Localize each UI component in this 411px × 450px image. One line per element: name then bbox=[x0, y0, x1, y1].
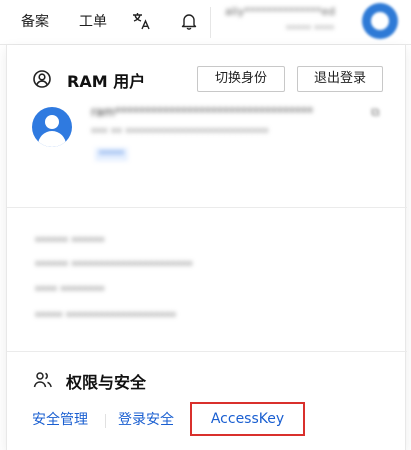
account-subtitle: ***** **** bbox=[286, 24, 335, 35]
account-name[interactable]: aliy**************ed bbox=[225, 5, 335, 18]
security-section-title: 权限与安全 bbox=[66, 373, 147, 392]
top-navigation-bar: 备案 工单 aliy**************ed ***** **** bbox=[0, 0, 411, 45]
users-icon bbox=[33, 372, 52, 388]
user-account-id: *** ** ************************** bbox=[91, 126, 269, 139]
security-management-link[interactable]: 安全管理 bbox=[32, 405, 88, 435]
user-avatar-icon bbox=[32, 107, 72, 147]
section-divider bbox=[7, 207, 407, 208]
security-links: 安全管理 登录安全 AccessKey bbox=[7, 402, 407, 436]
accesskey-link[interactable]: AccessKey bbox=[190, 402, 305, 436]
copy-icon[interactable]: ⧉ bbox=[371, 105, 380, 120]
user-circle-icon bbox=[33, 70, 51, 88]
login-security-link[interactable]: 登录安全 bbox=[118, 405, 174, 435]
ram-user-section: RAM 用户 切换身份 退出登录 ram********************… bbox=[7, 45, 407, 207]
info-row: **** ******** bbox=[35, 284, 105, 297]
user-avatar-icon[interactable] bbox=[362, 3, 398, 39]
bell-icon[interactable] bbox=[179, 11, 199, 31]
nav-beian-link[interactable]: 备案 bbox=[21, 11, 49, 33]
user-type-tag: ***** bbox=[95, 148, 128, 161]
info-row: ****** ****** bbox=[35, 235, 105, 248]
link-divider bbox=[105, 414, 106, 428]
info-row: ***** ******************** bbox=[35, 310, 176, 323]
info-row: ****** ********************** bbox=[35, 259, 193, 272]
nav-ticket-link[interactable]: 工单 bbox=[79, 11, 107, 33]
switch-identity-button[interactable]: 切换身份 bbox=[197, 66, 285, 92]
logout-button[interactable]: 退出登录 bbox=[297, 66, 383, 92]
ram-section-title: RAM 用户 bbox=[67, 72, 146, 91]
translate-icon[interactable] bbox=[131, 11, 151, 31]
nav-divider bbox=[210, 7, 211, 38]
account-dropdown-panel: RAM 用户 切换身份 退出登录 ram********************… bbox=[6, 45, 407, 450]
user-display-name: ram********************************* bbox=[91, 105, 313, 119]
section-divider bbox=[7, 351, 407, 352]
